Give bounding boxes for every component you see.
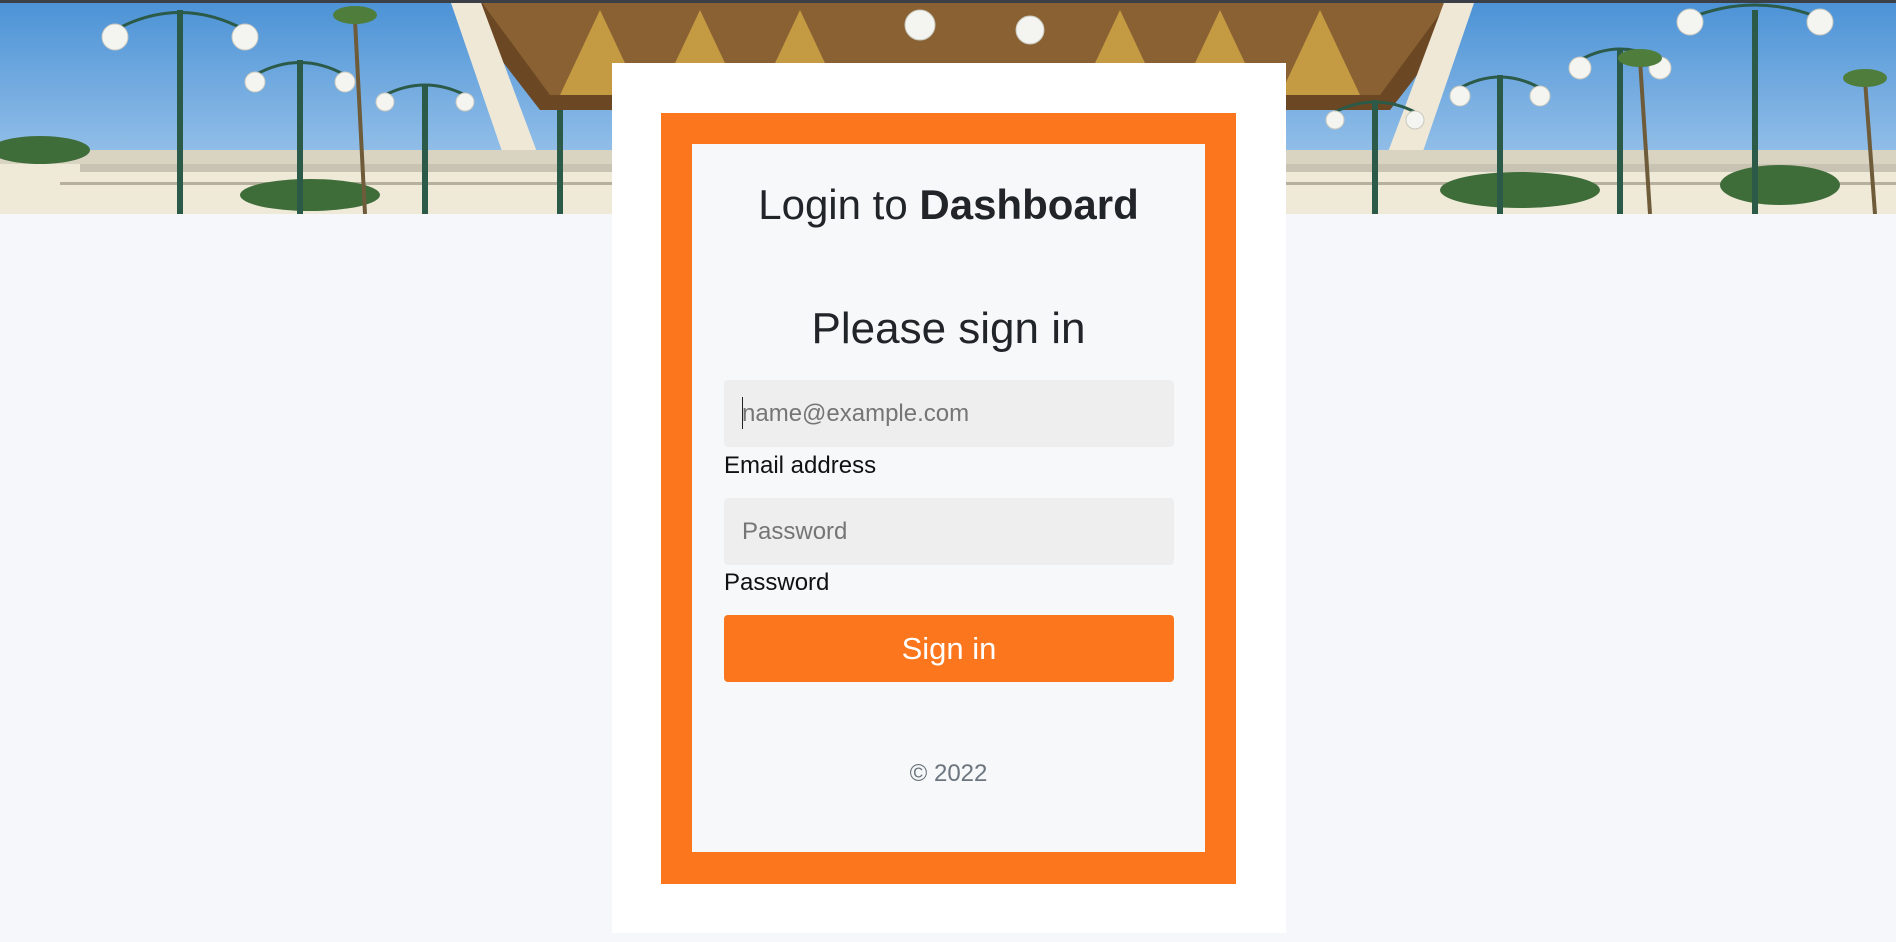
text-cursor bbox=[742, 397, 743, 429]
login-panel: Login to Dashboard Please sign in Email … bbox=[612, 63, 1286, 933]
email-field[interactable] bbox=[724, 380, 1174, 447]
title-prefix: Login to bbox=[758, 181, 908, 228]
password-field[interactable] bbox=[724, 498, 1174, 565]
password-label: Password bbox=[724, 569, 830, 596]
copyright-text: © 2022 bbox=[909, 760, 988, 787]
email-label: Email address bbox=[724, 452, 877, 479]
sign-in-button[interactable]: Sign in bbox=[724, 615, 1174, 682]
page-title: Login to Dashboard bbox=[692, 180, 1205, 230]
sign-in-heading: Please sign in bbox=[811, 304, 1086, 353]
top-border bbox=[0, 0, 1896, 3]
login-card: Login to Dashboard Please sign in Email … bbox=[692, 144, 1205, 852]
title-emphasis: Dashboard bbox=[919, 181, 1139, 228]
login-frame: Login to Dashboard Please sign in Email … bbox=[661, 113, 1236, 884]
